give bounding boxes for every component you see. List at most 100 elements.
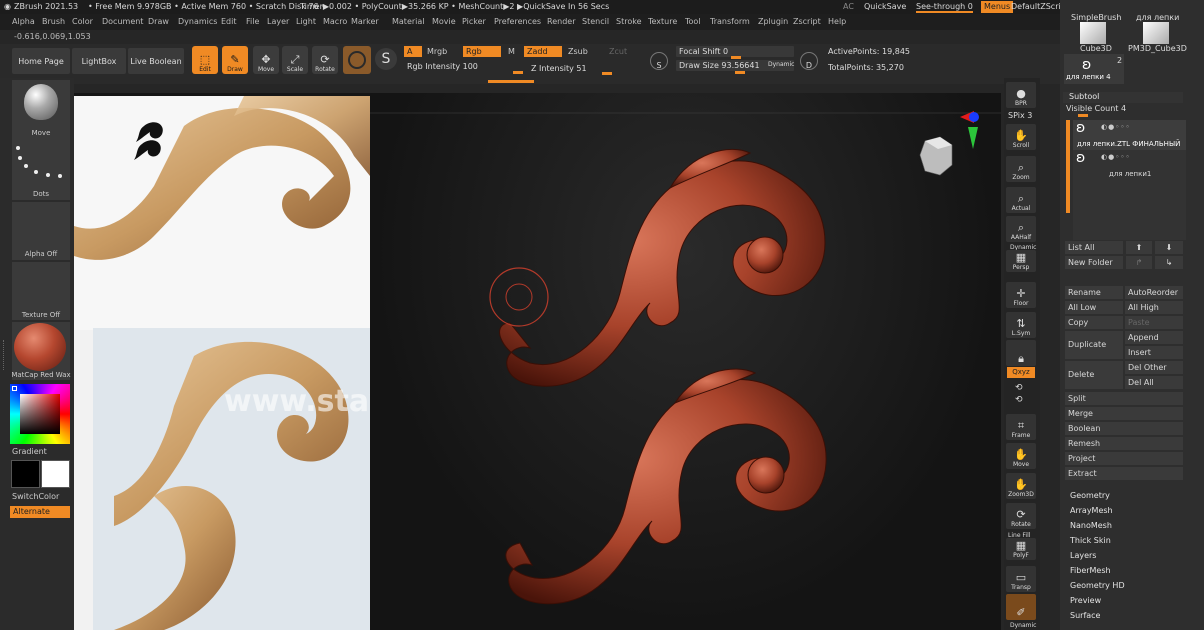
new-folder-button[interactable]: New Folder <box>1065 256 1123 269</box>
subtool-item-1[interactable]: ʚ ◐●◦◦◦ для лепки.ZTL ФИНАЛЬНЫЙ <box>1073 120 1186 150</box>
a-toggle[interactable]: A <box>404 46 422 57</box>
paste-button[interactable]: Paste <box>1125 316 1183 329</box>
section-layers[interactable]: Layers <box>1070 551 1096 560</box>
home-page-button[interactable]: Home Page <box>12 48 70 74</box>
3d-viewport[interactable] <box>370 93 1001 630</box>
zsub-toggle[interactable]: Zsub <box>565 46 591 57</box>
subtool-visibility-icon-2[interactable]: ◐●◦◦◦ <box>1101 153 1131 161</box>
menu-help[interactable]: Help <box>828 17 846 26</box>
scale-button[interactable]: ⤢ Scale <box>282 46 308 74</box>
menu-light[interactable]: Light <box>296 17 316 26</box>
merge-button[interactable]: Merge <box>1065 407 1183 420</box>
polyf-button[interactable]: ▦ PolyF <box>1006 538 1036 560</box>
section-surface[interactable]: Surface <box>1070 611 1100 620</box>
rgb-intensity-knob[interactable] <box>513 71 523 74</box>
menu-dynamics[interactable]: Dynamics <box>178 17 217 26</box>
stroke-thumbnail-button[interactable]: S <box>375 48 397 70</box>
dynamic-toggle[interactable]: Dynamic <box>768 61 794 68</box>
del-other-button[interactable]: Del Other <box>1125 361 1183 374</box>
focal-shift-knob[interactable] <box>731 56 741 59</box>
actual-button[interactable]: ⌕ Actual <box>1006 187 1036 213</box>
menu-tool[interactable]: Tool <box>685 17 701 26</box>
split-button[interactable]: Split <box>1065 392 1183 405</box>
all-low-button[interactable]: All Low <box>1065 301 1123 314</box>
move-up-button[interactable]: ↱ <box>1126 256 1152 269</box>
list-all-button[interactable]: List All <box>1065 241 1123 254</box>
subtool-header[interactable]: Subtool <box>1063 92 1183 103</box>
copy-button[interactable]: Copy <box>1065 316 1123 329</box>
simplebrush-tool[interactable]: SimpleBrush <box>1071 13 1121 22</box>
pm3d-cube3d-tool[interactable]: PM3D_Cube3D <box>1128 44 1187 53</box>
del-all-button[interactable]: Del All <box>1125 376 1183 389</box>
section-geometry[interactable]: Geometry <box>1070 491 1110 500</box>
lightbox-button[interactable]: LightBox <box>72 48 126 74</box>
menu-layer[interactable]: Layer <box>267 17 289 26</box>
menus-button[interactable]: Menus <box>981 1 1014 13</box>
move-button[interactable]: ✥ Move <box>253 46 279 74</box>
section-fibermesh[interactable]: FiberMesh <box>1070 566 1111 575</box>
rotation-z-icon[interactable]: ⟲ <box>1015 395 1023 405</box>
boolean-button[interactable]: Boolean <box>1065 422 1183 435</box>
insert-button[interactable]: Insert <box>1125 346 1183 359</box>
subtool-visibility-icon[interactable]: ◐●◦◦◦ <box>1101 123 1131 131</box>
visible-count-slider[interactable]: Visible Count 4 <box>1066 104 1126 113</box>
secondary-color-swatch[interactable] <box>41 460 70 488</box>
menu-draw[interactable]: Draw <box>148 17 169 26</box>
arrow-up-button[interactable]: ⬆ <box>1126 241 1152 254</box>
delete-button[interactable]: Delete <box>1065 361 1123 389</box>
brush-selector[interactable]: Move <box>12 80 70 140</box>
project-button[interactable]: Project <box>1065 452 1183 465</box>
pm3d-cube3d-thumbnail-icon[interactable] <box>1143 22 1169 44</box>
cube3d-tool[interactable]: Cube3D <box>1080 44 1112 53</box>
menu-edit[interactable]: Edit <box>221 17 237 26</box>
z-intensity-knob[interactable] <box>602 72 612 75</box>
aahalf-button[interactable]: ⌕ AAHalf <box>1006 216 1036 242</box>
visible-count-knob[interactable] <box>1078 114 1088 117</box>
color-picker[interactable] <box>10 384 70 444</box>
alternate-button[interactable]: Alternate <box>10 506 70 518</box>
frame-button[interactable]: ⌗ Frame <box>1006 414 1036 440</box>
spix-slider[interactable]: SPix 3 <box>1008 111 1032 120</box>
zcut-toggle[interactable]: Zcut <box>606 46 630 57</box>
mrgb-toggle[interactable]: Mrgb <box>424 46 450 57</box>
zoom3d-button[interactable]: ✋ Zoom3D <box>1006 473 1036 499</box>
shelf-scroll-indicator[interactable] <box>488 80 534 83</box>
all-high-button[interactable]: All High <box>1125 301 1183 314</box>
draw-size-knob[interactable] <box>735 71 745 74</box>
menu-transform[interactable]: Transform <box>710 17 750 26</box>
menu-color[interactable]: Color <box>72 17 93 26</box>
saturation-value-square[interactable] <box>20 394 60 434</box>
remesh-button[interactable]: Remesh <box>1065 437 1183 450</box>
lock-button[interactable]: 🔒︎ <box>1006 340 1036 366</box>
dynamesh-d-button[interactable]: D <box>800 52 818 70</box>
append-button[interactable]: Append <box>1125 331 1183 344</box>
live-boolean-button[interactable]: Live Boolean <box>128 48 184 74</box>
menu-material[interactable]: Material <box>392 17 425 26</box>
transp-button[interactable]: ▭ Transp <box>1006 566 1036 592</box>
menu-document[interactable]: Document <box>102 17 143 26</box>
menu-picker[interactable]: Picker <box>462 17 486 26</box>
arrow-down-button[interactable]: ⬇ <box>1155 241 1183 254</box>
floor-button[interactable]: ✛ Floor <box>1006 282 1036 308</box>
zadd-toggle[interactable]: Zadd <box>524 46 562 57</box>
subtool-scrollbar[interactable] <box>1066 120 1070 213</box>
menu-marker[interactable]: Marker <box>351 17 379 26</box>
menu-preferences[interactable]: Preferences <box>494 17 541 26</box>
menu-brush[interactable]: Brush <box>42 17 65 26</box>
alpha-selector[interactable]: Alpha Off <box>12 202 70 260</box>
zoom-button[interactable]: ⌕ Zoom <box>1006 156 1036 182</box>
dlya-lepki-tool-top[interactable]: для лепки <box>1136 13 1179 22</box>
menu-movie[interactable]: Movie <box>432 17 456 26</box>
subtool-item-2[interactable]: ʚ ◐●◦◦◦ для лепки1 <box>1073 150 1186 180</box>
texture-selector[interactable]: Texture Off <box>12 262 70 320</box>
solo-dynamic-button[interactable]: ✐ <box>1006 594 1036 620</box>
move-view-button[interactable]: ✋ Move <box>1006 443 1036 469</box>
gradient-toggle[interactable]: Gradient <box>12 447 47 456</box>
autoreorder-button[interactable]: AutoReorder <box>1125 286 1183 299</box>
duplicate-button[interactable]: Duplicate <box>1065 331 1123 359</box>
menu-zscript[interactable]: Zscript <box>793 17 821 26</box>
switchcolor-button[interactable]: SwitchColor <box>12 492 59 501</box>
persp-button[interactable]: ▦ Persp <box>1006 250 1036 272</box>
section-arraymesh[interactable]: ArrayMesh <box>1070 506 1113 515</box>
draw-button[interactable]: ✎ Draw <box>222 46 248 74</box>
